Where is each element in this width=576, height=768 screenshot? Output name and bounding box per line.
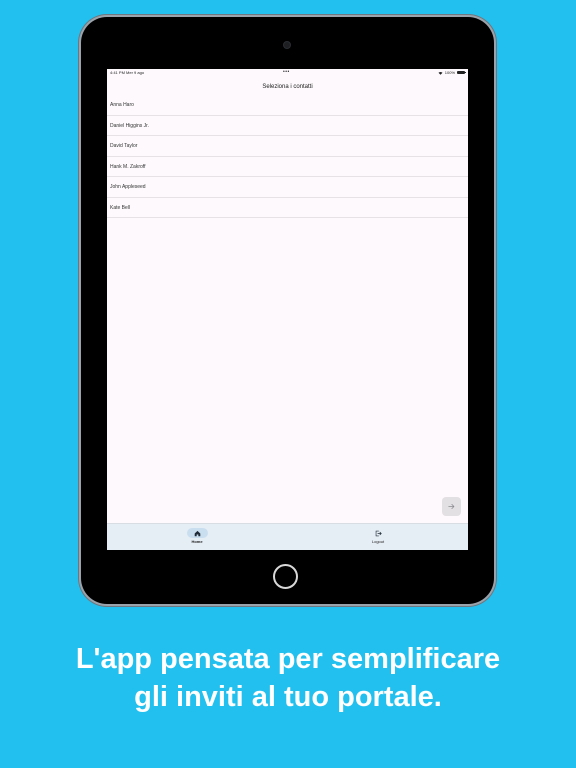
battery-icon [457,71,467,74]
page-title: Seleziona i contatti [262,84,313,90]
arrow-right-icon [448,504,455,509]
contact-row[interactable]: Kate Bell [107,198,468,218]
app-screen: 4:41 PM Mer 9 ago ••• 100% Seleziona i c… [107,69,468,550]
device-home-button[interactable] [273,564,298,589]
next-button[interactable] [442,497,461,516]
tablet-frame: 4:41 PM Mer 9 ago ••• 100% Seleziona i c… [81,17,494,604]
tab-logout-indicator [368,528,389,538]
contact-row[interactable]: John Appleseed [107,177,468,198]
contact-row[interactable]: Anna Haro [107,95,468,116]
contact-row[interactable]: Daniel Higgins Jr. [107,116,468,136]
tab-home-indicator [186,528,208,538]
status-time-value: 4:41 PM [110,70,125,75]
logout-icon [375,530,382,536]
wifi-icon [438,71,443,75]
home-icon [194,530,200,536]
tab-bar: Home Logout [107,523,468,550]
tab-home[interactable]: Home [167,526,227,544]
status-date-value: Mer 9 ago [126,70,145,75]
tab-logout-label: Logout [371,539,385,544]
multitask-dots[interactable]: ••• [283,69,290,75]
status-right: 100% [438,70,467,75]
marketing-caption: L'app pensata per semplificare gli invit… [0,640,576,716]
battery-percent: 100% [444,70,455,75]
status-time: 4:41 PM Mer 9 ago [110,70,144,75]
tab-home-label: Home [191,539,203,544]
status-bar: 4:41 PM Mer 9 ago ••• 100% [107,69,468,77]
camera-icon [283,41,291,49]
tab-logout[interactable]: Logout [348,526,408,544]
contact-list: Anna Haro Daniel Higgins Jr. David Taylo… [107,95,468,218]
contact-row[interactable]: Hank M. Zakroff [107,157,468,177]
caption-line-1: L'app pensata per semplificare [75,643,501,675]
contact-row[interactable]: David Taylor [107,136,468,157]
caption-line-2: gli inviti al tuo portale. [134,681,442,713]
